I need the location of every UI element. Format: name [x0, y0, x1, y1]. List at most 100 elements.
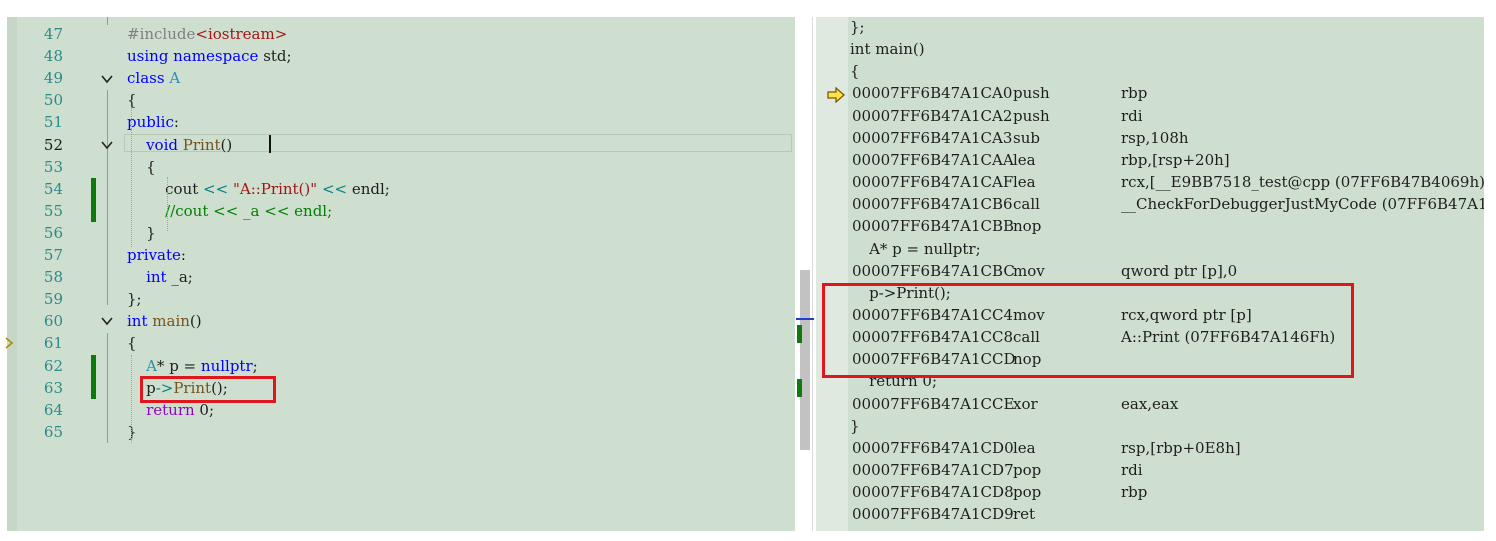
code-token: }; [127, 290, 142, 309]
instruction-address: 00007FF6B47A1CAA [852, 150, 1014, 169]
instruction-address: 00007FF6B47A1CA0 [852, 84, 1013, 103]
code-token: "A::Print()" [232, 179, 318, 198]
instruction-row[interactable]: 00007FF6B47A1CA3 sub rsp,108h [850, 127, 1484, 149]
source-annotation-line: }; [850, 18, 865, 36]
instruction-address: 00007FF6B47A1CBC [852, 261, 1015, 280]
highlight-box-disassembly-call [822, 283, 1354, 378]
code-token: endl; [347, 179, 390, 198]
code-token: 0; [194, 400, 215, 419]
instruction-operands: rbp [1121, 84, 1148, 103]
instruction-address: 00007FF6B47A1CD7 [852, 461, 1014, 479]
code-token: << [203, 179, 229, 198]
pane-divider[interactable] [812, 17, 813, 531]
instruction-mnemonic: mov [1013, 261, 1045, 280]
instruction-address: 00007FF6B47A1CD0 [852, 438, 1014, 457]
code-line[interactable]: #include<iostream> [127, 23, 287, 45]
code-line[interactable]: void Print() [127, 134, 232, 156]
instruction-mnemonic: xor [1013, 394, 1038, 413]
code-line[interactable]: int _a; [127, 266, 193, 288]
instruction-mnemonic: push [1013, 106, 1050, 125]
code-token: public [127, 113, 174, 132]
instruction-row[interactable]: 00007FF6B47A1CA0 push rbp [850, 82, 1484, 104]
code-token: void [146, 135, 178, 154]
chevron-down-icon[interactable] [100, 314, 114, 328]
chevron-down-icon[interactable] [100, 138, 114, 152]
highlight-box-source-call [140, 376, 276, 403]
line-number: 55 [43, 201, 63, 220]
line-number: 58 [43, 268, 63, 287]
code-token: nullptr [200, 356, 253, 375]
instruction-mnemonic: ret [1013, 505, 1036, 524]
instruction-row[interactable]: 00007FF6B47A1CCE xor eax,eax [850, 393, 1484, 415]
fold-guide-main [107, 333, 108, 443]
instruction-row[interactable]: 00007FF6B47A1CBB nop [850, 215, 1484, 237]
line-number: 54 [43, 179, 63, 198]
code-token: private [127, 246, 181, 264]
instruction-address: 00007FF6B47A1CA3 [852, 128, 1013, 147]
line-number: 51 [43, 113, 63, 132]
code-line[interactable]: int main() [127, 310, 202, 332]
code-line[interactable]: }; [127, 288, 142, 310]
instruction-address: 00007FF6B47A1CBB [852, 217, 1015, 236]
code-token: int [127, 312, 148, 331]
change-marker [797, 325, 802, 343]
text-caret [269, 135, 271, 153]
code-line[interactable]: class A [127, 67, 180, 89]
chevron-down-icon[interactable] [100, 72, 114, 86]
instruction-row[interactable]: 00007FF6B47A1CD0 lea rsp,[rbp+0E8h] [850, 437, 1484, 459]
code-token: return [146, 400, 195, 419]
instruction-operands: eax,eax [1121, 394, 1179, 413]
instruction-row[interactable]: 00007FF6B47A1CD7 pop rdi [850, 459, 1484, 481]
code-token: class [127, 69, 165, 88]
disassembly-view[interactable]: }; int main(){00007FF6B47A1CA0 push rbp 0000… [848, 17, 1484, 531]
instruction-row[interactable]: 00007FF6B47A1CD8 pop rbp [850, 481, 1484, 503]
code-line[interactable]: using namespace std; [127, 45, 292, 67]
line-number: 64 [43, 400, 63, 419]
line-number: 49 [43, 69, 63, 88]
code-token: Print [182, 135, 221, 154]
instruction-operands: rsp,[rbp+0E8h] [1121, 438, 1241, 457]
instruction-operands: qword ptr [p],0 [1121, 261, 1238, 280]
instruction-row[interactable]: 00007FF6B47A1CD9 ret [850, 503, 1484, 525]
code-token: A [146, 356, 157, 375]
line-number: 61 [43, 334, 63, 353]
code-line[interactable]: A* p = nullptr; [127, 355, 258, 377]
instruction-mnemonic: call [1013, 195, 1040, 214]
change-indicator [91, 355, 96, 399]
code-line[interactable]: public: [127, 111, 179, 133]
line-number: 59 [43, 290, 63, 309]
code-token: using namespace [127, 47, 259, 66]
instruction-row[interactable]: 00007FF6B47A1CBC mov qword ptr [p],0 [850, 260, 1484, 282]
source-annotation-line: } [850, 416, 860, 435]
line-number: 60 [43, 312, 63, 331]
instruction-mnemonic: nop [1013, 217, 1042, 236]
line-number: 52 [43, 135, 63, 154]
line-number: 56 [43, 223, 63, 242]
instruction-operands: __CheckForDebuggerJustMyCode (07FF6B47A1… [1121, 195, 1484, 214]
instruction-operands: rdi [1121, 106, 1143, 125]
instruction-operands: rcx,[__E9BB7518_test@cpp (07FF6B47B4069h… [1121, 173, 1484, 192]
code-token: #include [127, 25, 196, 43]
code-token: <iostream> [195, 25, 288, 43]
code-token: cout [127, 179, 204, 198]
code-line[interactable]: { [127, 332, 137, 354]
instruction-mnemonic: lea [1013, 438, 1036, 457]
instruction-row[interactable]: 00007FF6B47A1CB6 call __CheckForDebuggerJu… [850, 193, 1484, 215]
source-editor[interactable]: 47 #include<iostream> 48 using namespace st… [7, 17, 795, 531]
instruction-row[interactable]: 00007FF6B47A1CA2 push rdi [850, 105, 1484, 127]
vertical-scrollbar-thumb[interactable] [800, 270, 810, 450]
code-token: : [173, 113, 179, 132]
code-line[interactable]: private: [127, 244, 186, 266]
instruction-operands: rbp [1121, 483, 1148, 502]
code-line[interactable]: //cout << _a << endl; [127, 200, 332, 222]
source-annotation-line: A* p = nullptr; [850, 239, 981, 258]
instruction-row[interactable]: 00007FF6B47A1CAF lea rcx,[__E9BB7518_test@… [850, 171, 1484, 193]
instruction-address: 00007FF6B47A1CCE [852, 394, 1015, 413]
line-number: 65 [43, 422, 63, 441]
indent-guide [131, 355, 132, 443]
instruction-mnemonic: push [1013, 84, 1050, 103]
instruction-mnemonic: pop [1013, 483, 1042, 502]
instruction-row[interactable]: 00007FF6B47A1CAA lea rbp,[rsp+20h] [850, 149, 1484, 171]
line-number: 57 [43, 246, 63, 264]
